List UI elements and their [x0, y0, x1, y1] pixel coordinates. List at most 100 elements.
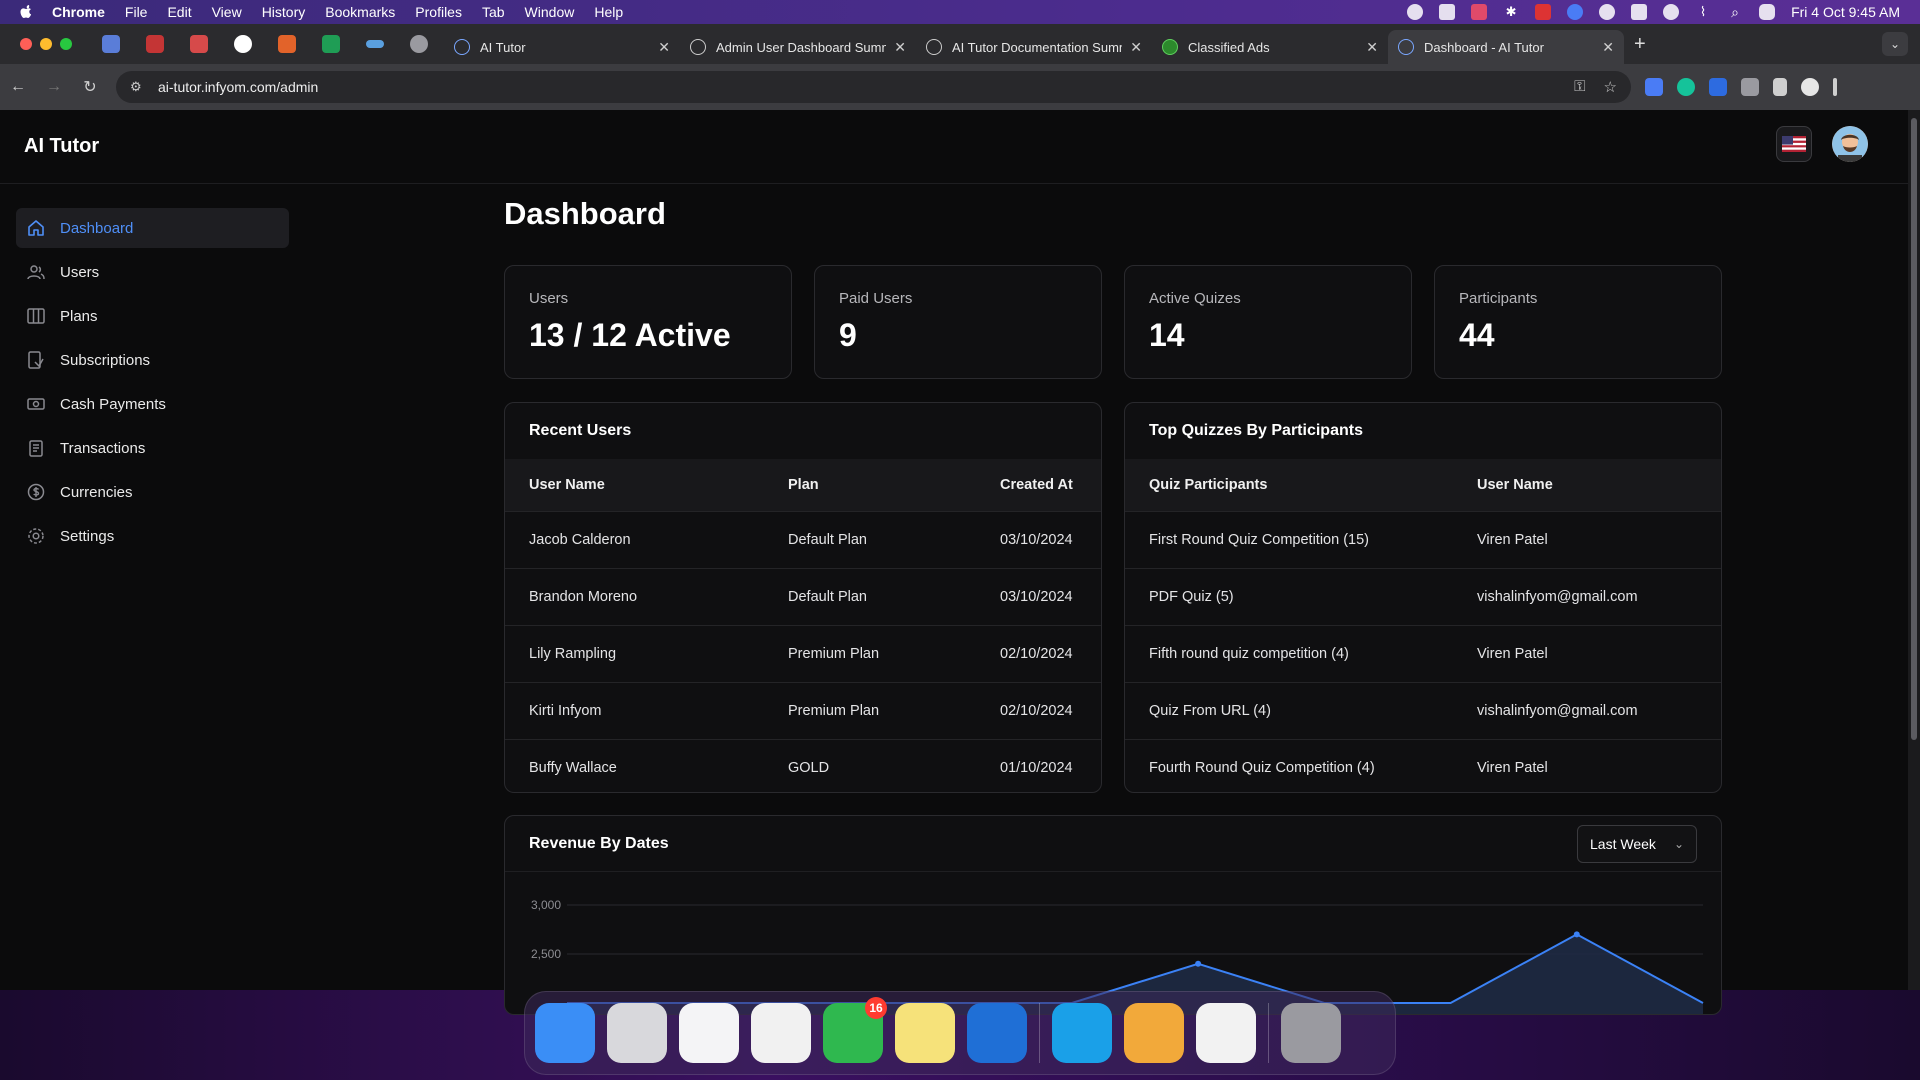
menu-profiles[interactable]: Profiles — [415, 4, 462, 20]
column-header[interactable]: Plan — [764, 459, 976, 511]
tab-ai-tutor[interactable]: AI Tutor ✕ — [444, 30, 680, 64]
column-header[interactable]: Created At — [976, 459, 1101, 511]
table-row[interactable]: First Round Quiz Competition (15) Viren P… — [1125, 510, 1721, 568]
close-tab-icon[interactable]: ✕ — [1366, 39, 1378, 56]
close-tab-icon[interactable]: ✕ — [1130, 39, 1142, 56]
table-row[interactable]: Buffy Wallace GOLD 01/10/2024 — [505, 738, 1101, 792]
download-icon[interactable] — [1773, 78, 1787, 96]
close-tab-icon[interactable]: ✕ — [658, 39, 670, 56]
status-vpn-icon[interactable] — [1535, 4, 1552, 20]
finder-icon[interactable] — [535, 1003, 595, 1063]
pinned-tab[interactable] — [224, 29, 262, 59]
back-button[interactable]: ← — [0, 78, 36, 96]
menu-help[interactable]: Help — [594, 4, 623, 20]
column-header[interactable]: User Name — [505, 459, 764, 511]
notes-icon[interactable] — [895, 1003, 955, 1063]
scrollbar-thumb[interactable] — [1911, 118, 1917, 740]
zoom-window-button[interactable] — [60, 38, 72, 50]
status-hilite-icon[interactable] — [1471, 4, 1488, 20]
menu-view[interactable]: View — [212, 4, 242, 20]
sidebar-item-dashboard[interactable]: Dashboard — [16, 208, 289, 248]
thunderbird-icon[interactable] — [967, 1003, 1027, 1063]
sidebar-item-subscriptions[interactable]: Subscriptions — [16, 340, 289, 380]
bluetooth-icon[interactable]: ✱ — [1503, 4, 1519, 20]
table-row[interactable]: Jacob Calderon Default Plan 03/10/2024 — [505, 510, 1101, 568]
pinned-tab[interactable] — [92, 29, 130, 59]
tab-dashboard[interactable]: Dashboard - AI Tutor ✕ — [1388, 30, 1624, 64]
headphones-icon[interactable] — [1599, 4, 1616, 20]
period-select[interactable]: Last Week ⌄ — [1577, 825, 1697, 863]
sidebar-item-users[interactable]: Users — [16, 252, 289, 292]
status-app-icon[interactable] — [1407, 4, 1424, 20]
close-tab-icon[interactable]: ✕ — [1602, 39, 1614, 56]
tab-admin-summary[interactable]: Admin User Dashboard Summ ✕ — [680, 30, 916, 64]
tableplus-icon[interactable] — [1124, 1003, 1184, 1063]
bookmark-star-icon[interactable]: ☆ — [1604, 78, 1617, 96]
tab-docs-summary[interactable]: AI Tutor Documentation Summ ✕ — [916, 30, 1152, 64]
new-tab-button[interactable]: + — [1634, 33, 1646, 56]
table-row[interactable]: Fourth Round Quiz Competition (4) Viren P… — [1125, 738, 1721, 792]
close-window-button[interactable] — [20, 38, 32, 50]
puzzle-icon[interactable] — [1741, 78, 1759, 96]
table-row[interactable]: Lily Rampling Premium Plan 02/10/2024 — [505, 624, 1101, 682]
pinned-tab[interactable] — [136, 29, 174, 59]
pinned-tab[interactable] — [356, 29, 394, 59]
close-tab-icon[interactable]: ✕ — [894, 39, 906, 56]
translate-icon[interactable] — [1645, 78, 1663, 96]
column-header[interactable]: Quiz Participants — [1125, 459, 1453, 511]
status-sync-icon[interactable] — [1567, 4, 1584, 20]
chrome-icon[interactable] — [751, 1003, 811, 1063]
page-scrollbar[interactable] — [1908, 110, 1920, 990]
column-header[interactable]: User Name — [1453, 459, 1721, 511]
more-menu-icon[interactable] — [1833, 78, 1837, 96]
site-settings-icon[interactable]: ⚙ — [130, 79, 146, 95]
pinned-tab[interactable] — [180, 29, 218, 59]
menu-history[interactable]: History — [262, 4, 306, 20]
status-todo-icon[interactable] — [1439, 4, 1456, 20]
table-row[interactable]: Brandon Moreno Default Plan 03/10/2024 — [505, 567, 1101, 625]
sidebar-item-cash-payments[interactable]: Cash Payments — [16, 384, 289, 424]
hilite-icon[interactable] — [1196, 1003, 1256, 1063]
play-icon[interactable] — [1663, 4, 1680, 20]
sidebar-item-settings[interactable]: Settings — [16, 516, 289, 556]
reload-button[interactable]: ↻ — [72, 77, 108, 97]
menu-file[interactable]: File — [125, 4, 148, 20]
sidebar-item-plans[interactable]: Plans — [16, 296, 289, 336]
forward-button[interactable]: → — [36, 78, 72, 96]
trash-icon[interactable] — [1281, 1003, 1341, 1063]
pinned-tab[interactable] — [400, 29, 438, 59]
search-icon[interactable]: ⌕ — [1727, 4, 1743, 20]
apple-icon[interactable] — [18, 4, 34, 20]
url-text[interactable]: ai-tutor.infyom.com/admin — [158, 79, 318, 95]
menu-clock[interactable]: Fri 4 Oct 9:45 AM — [1791, 4, 1900, 20]
vscode-icon[interactable] — [679, 1003, 739, 1063]
wifi-icon[interactable]: ⌇ — [1695, 4, 1711, 20]
table-row[interactable]: Fifth round quiz competition (4) Viren Pa… — [1125, 624, 1721, 682]
table-row[interactable]: Quiz From URL (4) vishalinfyom@gmail.com — [1125, 681, 1721, 739]
tab-search-button[interactable]: ⌄ — [1882, 32, 1908, 56]
control-center-icon[interactable] — [1759, 4, 1776, 20]
minimize-window-button[interactable] — [40, 38, 52, 50]
sidebar-item-currencies[interactable]: Currencies — [16, 472, 289, 512]
menu-tab[interactable]: Tab — [482, 4, 505, 20]
messenger-icon[interactable]: 16 — [823, 997, 887, 1063]
grammarly-icon[interactable] — [1677, 78, 1695, 96]
display-icon[interactable] — [1631, 4, 1648, 20]
language-switcher[interactable] — [1776, 126, 1812, 162]
user-avatar[interactable] — [1832, 126, 1868, 162]
address-bar[interactable]: ⚙ ai-tutor.infyom.com/admin ⚿ ☆ — [116, 71, 1631, 103]
pinned-tab[interactable] — [312, 29, 350, 59]
menu-window[interactable]: Window — [525, 4, 575, 20]
launchpad-icon[interactable] — [607, 1003, 667, 1063]
table-row[interactable]: Kirti Infyom Premium Plan 02/10/2024 — [505, 681, 1101, 739]
table-row[interactable]: PDF Quiz (5) vishalinfyom@gmail.com — [1125, 567, 1721, 625]
extension-icon[interactable] — [1709, 78, 1727, 96]
app-brand[interactable]: AI Tutor — [24, 135, 99, 158]
tab-classified-ads[interactable]: Classified Ads ✕ — [1152, 30, 1388, 64]
skype-icon[interactable] — [1052, 1003, 1112, 1063]
profile-icon[interactable] — [1801, 78, 1819, 96]
menu-app-name[interactable]: Chrome — [52, 4, 105, 20]
menu-edit[interactable]: Edit — [167, 4, 191, 20]
key-icon[interactable]: ⚿ — [1574, 78, 1585, 96]
sidebar-item-transactions[interactable]: Transactions — [16, 428, 289, 468]
